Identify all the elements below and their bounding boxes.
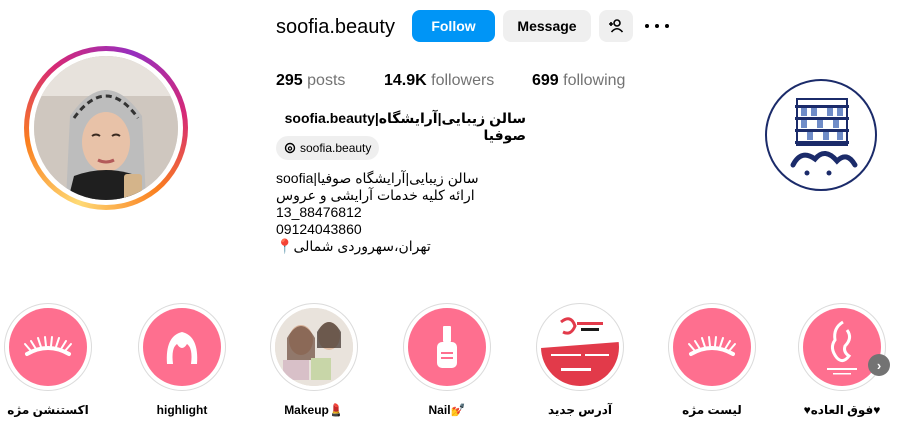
highlight-cover — [408, 308, 486, 386]
soofia-logo-icon — [827, 320, 857, 375]
threads-handle: soofia.beauty — [300, 141, 372, 155]
highlight-cover — [673, 308, 751, 386]
threads-badge[interactable]: soofia.beauty — [276, 136, 380, 160]
chevron-right-icon: › — [876, 357, 882, 373]
highlight-cover — [9, 308, 87, 386]
posts-stat: 295 posts — [276, 72, 345, 90]
bio-line: 📍تهران،سهروردی شمالی — [276, 238, 431, 254]
avatar-frame — [29, 51, 183, 205]
following-stat[interactable]: 699 following — [532, 72, 625, 90]
hair-icon — [166, 332, 198, 364]
highlight-label: لیست مژه — [682, 403, 742, 417]
dot-icon — [655, 24, 659, 28]
highlights-next-button[interactable]: › — [868, 354, 890, 376]
dot-icon — [645, 24, 649, 28]
message-button[interactable]: Message — [503, 10, 591, 42]
highlight-cover — [143, 308, 221, 386]
highlight-label: highlight — [156, 403, 208, 417]
highlight-label: آدرس جدید — [547, 403, 613, 417]
highlight-ring — [270, 303, 358, 391]
story-highlight[interactable]: Nail💅 — [399, 303, 495, 417]
story-highlight[interactable]: لیست مژه — [664, 303, 760, 417]
bio-line: 09124043860 — [276, 221, 362, 237]
eyelash-icon — [688, 336, 736, 356]
following-label: following — [563, 72, 626, 89]
highlight-ring — [668, 303, 756, 391]
followers-count: 14.9K — [384, 72, 427, 89]
highlight-cover — [275, 308, 353, 386]
highlight-label: ♥فوق العاده♥ — [803, 403, 881, 417]
brand-logo — [765, 79, 877, 191]
highlight-ring — [4, 303, 92, 391]
following-count: 699 — [532, 72, 559, 89]
highlight-ring — [138, 303, 226, 391]
highlight-cover — [541, 308, 619, 386]
profile-username: soofia.beauty — [276, 16, 395, 38]
nail-polish-icon — [437, 326, 457, 368]
story-highlight[interactable]: ♥فوق العاده♥ — [794, 303, 890, 417]
profile-avatar-ring[interactable] — [24, 46, 188, 210]
highlight-ring — [798, 303, 886, 391]
posts-label: posts — [307, 72, 346, 89]
story-highlight[interactable]: Makeup💄 — [266, 303, 362, 417]
story-highlight[interactable]: highlight — [134, 303, 230, 417]
highlight-ring — [403, 303, 491, 391]
story-highlight[interactable]: آدرس جدید — [532, 303, 628, 417]
dot-icon — [665, 24, 669, 28]
address-card-thumbnail — [541, 308, 619, 386]
bio-line: soofia|سالن زیبایی|آرایشگاه صوفیا — [276, 170, 479, 186]
avatar-photo — [34, 56, 178, 200]
abacus-logo-icon — [790, 98, 858, 176]
follow-button[interactable]: Follow — [412, 10, 495, 42]
story-highlight[interactable]: اکستنشن مژه — [0, 303, 96, 417]
highlight-ring — [536, 303, 624, 391]
followers-stat[interactable]: 14.9K followers — [384, 72, 494, 90]
threads-icon — [284, 142, 296, 154]
highlight-label: Nail💅 — [428, 403, 466, 417]
makeup-photo-thumbnail — [275, 308, 353, 386]
suggested-users-button[interactable] — [599, 10, 633, 42]
posts-count: 295 — [276, 72, 303, 89]
avatar — [34, 56, 178, 200]
eyelash-icon — [24, 336, 72, 356]
add-user-icon — [609, 19, 624, 33]
highlight-label: اکستنشن مژه — [7, 403, 89, 417]
followers-label: followers — [431, 72, 495, 89]
bio-line: ارائه کلیه خدمات آرایشی و عروس — [276, 187, 475, 203]
more-options-button[interactable] — [645, 18, 669, 34]
bio-line: 13_88476812 — [276, 204, 362, 220]
highlight-cover — [803, 308, 881, 386]
highlight-label: Makeup💄 — [284, 403, 344, 417]
